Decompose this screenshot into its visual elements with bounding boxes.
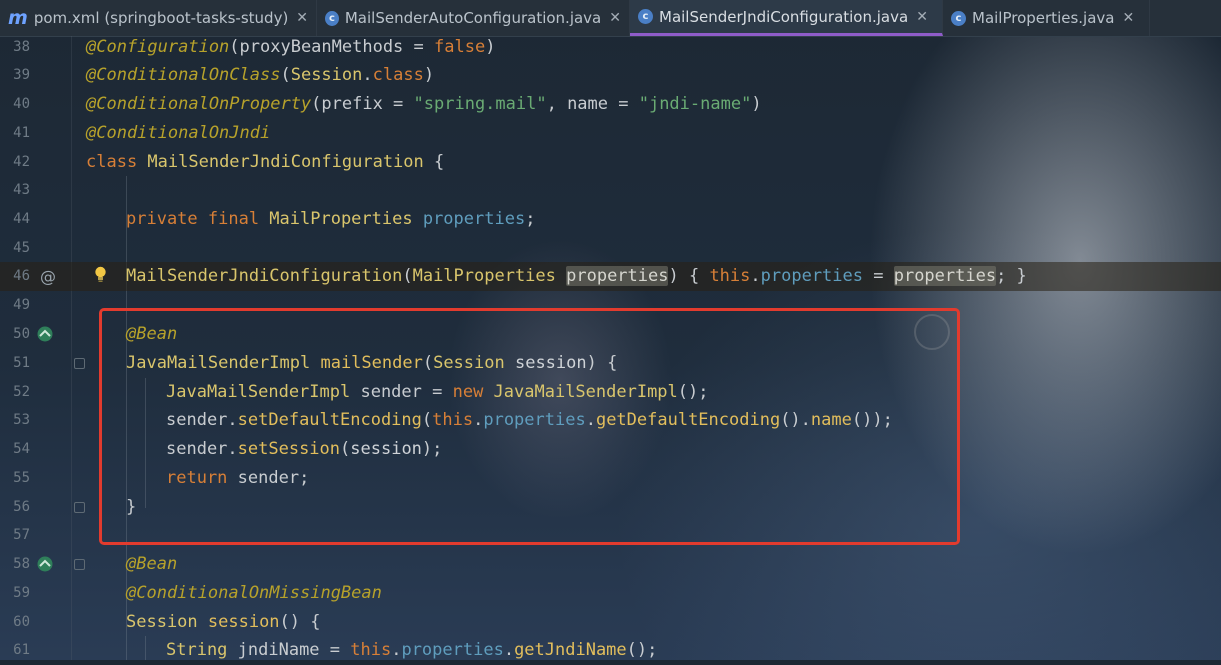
line-number: 54 (13, 441, 30, 457)
line-number: 60 (13, 614, 30, 630)
line-number: 52 (13, 384, 30, 400)
java-class-icon: c (638, 9, 653, 24)
code-text: String jndiName = this.properties.getJnd… (166, 640, 658, 660)
tab-label: MailProperties.java (972, 9, 1115, 27)
line-number: 49 (13, 297, 30, 313)
line-number: 42 (13, 154, 30, 170)
java-class-icon: c (951, 10, 966, 26)
line-number: 41 (13, 125, 30, 141)
editor-tab-bar: m pom.xml (springboot-tasks-study) ✕ c M… (0, 0, 1221, 37)
maven-file-icon: m (8, 7, 28, 29)
line-number: 51 (13, 355, 30, 371)
tab-label: MailSenderAutoConfiguration.java (344, 9, 602, 27)
java-class-icon: c (325, 10, 339, 26)
line-number: 46 (13, 268, 30, 284)
close-icon[interactable]: ✕ (607, 10, 621, 26)
close-icon[interactable]: ✕ (1120, 10, 1134, 26)
close-icon[interactable]: ✕ (914, 9, 928, 25)
close-icon[interactable]: ✕ (294, 10, 308, 26)
bulb-icon[interactable] (94, 266, 107, 283)
tab-mailsenderautoconfiguration[interactable]: c MailSenderAutoConfiguration.java ✕ (317, 0, 630, 36)
code-line[interactable]: 59 @ConditionalOnMissingBean (0, 579, 1221, 608)
tab-label: pom.xml (springboot-tasks-study) (33, 9, 289, 27)
code-text: @Configuration(proxyBeanMethods = false) (86, 37, 496, 57)
line-number: 59 (13, 585, 30, 601)
code-text: class MailSenderJndiConfiguration { (86, 152, 445, 172)
code-line[interactable]: 39 @ConditionalOnClass(Session.class) (0, 61, 1221, 90)
code-text: private final MailProperties properties; (126, 209, 536, 229)
code-line[interactable]: 43 (0, 176, 1221, 205)
code-text: @ConditionalOnMissingBean (126, 583, 382, 603)
tab-mailsenderjndiconfiguration[interactable]: c MailSenderJndiConfiguration.java ✕ (630, 0, 943, 36)
line-number: 44 (13, 211, 30, 227)
code-line[interactable]: 41 @ConditionalOnJndi (0, 119, 1221, 148)
tab-pom-xml[interactable]: m pom.xml (springboot-tasks-study) ✕ (0, 0, 317, 36)
line-number: 50 (13, 326, 30, 342)
line-number: 58 (13, 556, 30, 572)
code-text: @ConditionalOnJndi (86, 123, 271, 143)
at-icon[interactable]: @ (40, 262, 56, 291)
code-line[interactable]: 60 Session session() { (0, 608, 1221, 637)
bean-icon[interactable] (36, 325, 54, 343)
code-line[interactable]: 45 (0, 234, 1221, 263)
tab-label: MailSenderJndiConfiguration.java (659, 7, 909, 26)
tab-mailproperties[interactable]: c MailProperties.java ✕ (943, 0, 1150, 36)
line-number: 38 (13, 39, 30, 55)
code-line[interactable]: 38 @Configuration(proxyBeanMethods = fal… (0, 33, 1221, 62)
code-line[interactable]: 58 @Bean (0, 550, 1221, 579)
code-line[interactable]: 44 private final MailProperties properti… (0, 205, 1221, 234)
line-number: 61 (13, 642, 30, 658)
fold-icon[interactable] (74, 358, 85, 369)
code-line[interactable]: 61 String jndiName = this.properties.get… (0, 636, 1221, 665)
line-number: 43 (13, 182, 30, 198)
code-line-current[interactable]: 46 @ MailSenderJndiConfiguration(MailPro… (0, 262, 1221, 291)
code-text: @ConditionalOnClass(Session.class) (86, 65, 435, 85)
line-number: 40 (13, 96, 30, 112)
line-number: 45 (13, 240, 30, 256)
line-number: 55 (13, 470, 30, 486)
code-text: @ConditionalOnProperty(prefix = "spring.… (86, 94, 762, 114)
line-number: 56 (13, 499, 30, 515)
code-text: MailSenderJndiConfiguration(MailProperti… (126, 266, 1027, 286)
line-number: 39 (13, 67, 30, 83)
code-line[interactable]: 42 class MailSenderJndiConfiguration { (0, 148, 1221, 177)
fold-icon[interactable] (74, 559, 85, 570)
code-line[interactable]: 40 @ConditionalOnProperty(prefix = "spri… (0, 90, 1221, 119)
bean-icon[interactable] (36, 555, 54, 573)
code-text: @Bean (126, 554, 178, 574)
code-text: Session session() { (126, 612, 321, 632)
line-number: 53 (13, 412, 30, 428)
fold-icon[interactable] (74, 502, 85, 513)
highlight-box (99, 308, 960, 545)
line-number: 57 (13, 527, 30, 543)
